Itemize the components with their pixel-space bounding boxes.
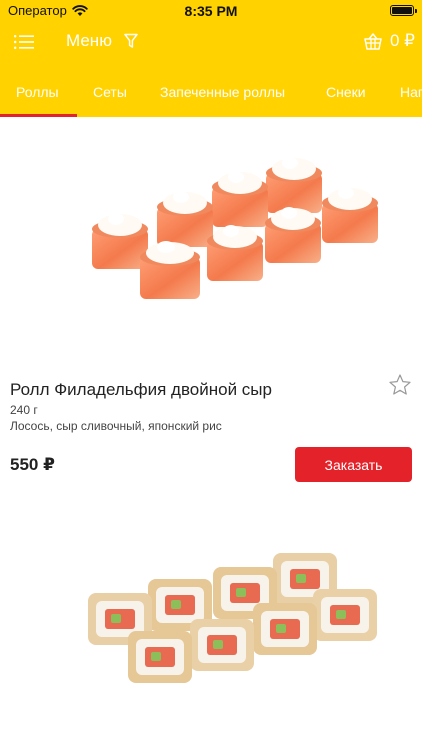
roll-group [92,157,378,299]
product-price: 550 ₽ [10,455,55,474]
tab-snacks[interactable]: Снеки [326,84,366,100]
battery-icon [390,5,417,16]
filter-icon[interactable] [124,33,138,49]
roll-group-2 [88,553,377,683]
product-image-2[interactable] [0,505,422,750]
menu-list-icon[interactable] [14,34,34,50]
order-button[interactable]: Заказать [295,447,412,482]
category-tabs: Роллы Сеты Запеченные роллы Снеки Напитк… [0,77,422,117]
tab-sets[interactable]: Сеты [93,84,127,100]
product-title[interactable]: Ролл Филадельфия двойной сыр [10,380,272,400]
basket-amount[interactable]: 0 ₽ [390,31,415,51]
product-description: Лосось, сыр сливочный, японский рис [10,419,222,433]
app-header: Оператор 8:35 PM Меню 0 ₽ Роллы Сеты Зап… [0,0,422,117]
status-bar: Оператор 8:35 PM [0,0,422,22]
product-image[interactable] [0,117,422,362]
tab-baked-rolls[interactable]: Запеченные роллы [160,84,285,100]
nav-title[interactable]: Меню [66,31,112,51]
product-weight: 240 г [10,403,38,417]
star-icon[interactable] [388,373,412,397]
tab-drinks[interactable]: Напитки [400,84,422,100]
navbar: Меню 0 ₽ [0,28,422,58]
basket-icon[interactable] [363,31,383,51]
status-time: 8:35 PM [184,3,238,19]
tab-rolls[interactable]: Роллы [16,84,59,100]
